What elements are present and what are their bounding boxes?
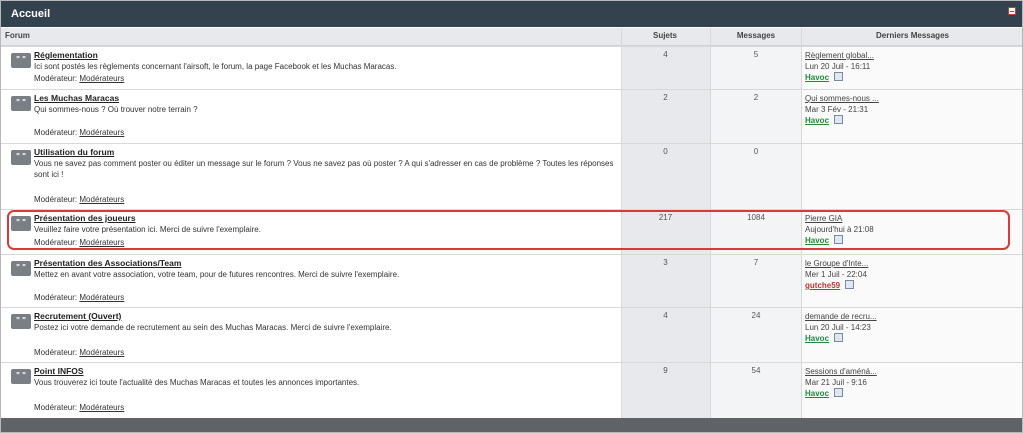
forum-moderator: Modérateur: Modérateurs bbox=[34, 293, 124, 302]
forum-description: Vous trouverez ici toute l'actualité des… bbox=[34, 378, 360, 387]
forum-name-link[interactable]: Les Muchas Maracas bbox=[34, 93, 119, 103]
highlight-outline bbox=[7, 210, 1010, 250]
forum-row: " " Utilisation du forum Vous ne savez p… bbox=[1, 143, 1022, 210]
forum-row: " " Présentation des Associations/Team M… bbox=[1, 254, 1022, 308]
forum-row: " " Les Muchas Maracas Qui sommes-nous ?… bbox=[1, 89, 1022, 144]
forum-description: Vous ne savez pas comment poster ou édit… bbox=[34, 159, 614, 179]
header-forum: Forum bbox=[5, 31, 30, 40]
category-title: Accueil bbox=[11, 8, 51, 20]
forum-icon: " " bbox=[11, 96, 31, 111]
messages-count: 54 bbox=[751, 366, 761, 375]
header-sujets: Sujets bbox=[652, 31, 677, 40]
moderator-link[interactable]: Modérateurs bbox=[79, 293, 124, 302]
moderator-label: Modérateur: bbox=[34, 74, 78, 83]
profile-icon[interactable] bbox=[834, 388, 844, 397]
last-post: Règlement global... Lun 20 Juil - 16:11 … bbox=[805, 50, 1015, 83]
moderator-label: Modérateur: bbox=[34, 293, 78, 302]
last-post-title[interactable]: Sessions d'améná... bbox=[805, 366, 1015, 377]
messages-count: 0 bbox=[753, 147, 759, 156]
header-last-messages: Derniers Messages bbox=[876, 31, 949, 40]
moderator-label: Modérateur: bbox=[34, 195, 78, 204]
forum-moderator: Modérateur: Modérateurs bbox=[34, 195, 124, 204]
sujets-count: 4 bbox=[663, 50, 668, 59]
forum-icon: " " bbox=[11, 150, 31, 165]
sujets-count: 4 bbox=[663, 311, 668, 320]
forum-row: " " Point INFOS Vous trouverez ici toute… bbox=[1, 362, 1022, 419]
last-post: Qui sommes-nous ... Mar 3 Fév - 21:31 Ha… bbox=[805, 93, 1015, 126]
profile-icon[interactable] bbox=[834, 115, 844, 124]
last-post-date: Mar 3 Fév - 21:31 bbox=[805, 105, 869, 114]
forum-description: Ici sont postés les règlements concernan… bbox=[34, 62, 397, 71]
messages-count: 24 bbox=[751, 311, 761, 320]
forum-moderator: Modérateur: Modérateurs bbox=[34, 128, 124, 137]
messages-count: 7 bbox=[753, 258, 759, 267]
forum-row: " " Recrutement (Ouvert) Postez ici votr… bbox=[1, 307, 1022, 363]
last-post-date: Lun 20 Juil - 16:11 bbox=[805, 62, 871, 71]
last-post-user[interactable]: Havoc bbox=[805, 389, 829, 398]
forum-name-link[interactable]: Recrutement (Ouvert) bbox=[34, 311, 121, 321]
sujets-count: 9 bbox=[663, 366, 668, 375]
moderator-label: Modérateur: bbox=[34, 403, 78, 412]
table-header: Forum Sujets Messages Derniers Messages bbox=[1, 28, 1022, 46]
moderator-link[interactable]: Modérateurs bbox=[79, 128, 124, 137]
sujets-count: 3 bbox=[663, 258, 668, 267]
forum-name-link[interactable]: Présentation des Associations/Team bbox=[34, 258, 181, 268]
last-post: le Groupe d'Inte... Mer 1 Juil - 22:04 g… bbox=[805, 258, 1015, 291]
category-header: Accueil bbox=[1, 1, 1022, 27]
forum-description: Qui sommes-nous ? Où trouver notre terra… bbox=[34, 105, 198, 114]
moderator-label: Modérateur: bbox=[34, 128, 78, 137]
last-post-title[interactable]: le Groupe d'Inte... bbox=[805, 258, 1015, 269]
profile-icon[interactable] bbox=[834, 333, 844, 342]
table-footer bbox=[1, 418, 1022, 432]
sujets-count: 0 bbox=[663, 147, 668, 156]
forum-icon: " " bbox=[11, 314, 31, 329]
last-post: demande de recru... Lun 20 Juil - 14:23 … bbox=[805, 311, 1015, 344]
sujets-count: 2 bbox=[663, 93, 668, 102]
messages-count: 2 bbox=[753, 93, 759, 102]
last-post-date: Lun 20 Juil - 14:23 bbox=[805, 323, 871, 332]
last-post-title[interactable]: demande de recru... bbox=[805, 311, 1015, 322]
profile-icon[interactable] bbox=[845, 280, 855, 289]
moderator-label: Modérateur: bbox=[34, 348, 78, 357]
forum-description: Mettez en avant votre association, votre… bbox=[34, 270, 400, 279]
forum-name-link[interactable]: Utilisation du forum bbox=[34, 147, 114, 157]
forum-name-link[interactable]: Réglementation bbox=[34, 50, 98, 60]
forum-icon: " " bbox=[11, 369, 31, 384]
forum-icon: " " bbox=[11, 53, 31, 68]
moderator-link[interactable]: Modérateurs bbox=[79, 195, 124, 204]
forum-row: " " Réglementation Ici sont postés les r… bbox=[1, 46, 1022, 90]
last-post-date: Mer 1 Juil - 22:04 bbox=[805, 270, 867, 279]
moderator-link[interactable]: Modérateurs bbox=[79, 348, 124, 357]
last-post-user[interactable]: Havoc bbox=[805, 334, 829, 343]
last-post-user[interactable]: Havoc bbox=[805, 73, 829, 82]
last-post-user[interactable]: gutche59 bbox=[805, 281, 840, 290]
forum-moderator: Modérateur: Modérateurs bbox=[34, 348, 124, 357]
last-post-user[interactable]: Havoc bbox=[805, 116, 829, 125]
last-post-title[interactable]: Qui sommes-nous ... bbox=[805, 93, 1015, 104]
last-post-title[interactable]: Règlement global... bbox=[805, 50, 1015, 61]
forum-name-link[interactable]: Point INFOS bbox=[34, 366, 84, 376]
last-post-date: Mar 21 Juil - 9:16 bbox=[805, 378, 867, 387]
profile-icon[interactable] bbox=[834, 72, 844, 81]
forum-moderator: Modérateur: Modérateurs bbox=[34, 74, 124, 83]
last-post: Sessions d'améná... Mar 21 Juil - 9:16 H… bbox=[805, 366, 1015, 399]
forum-description: Postez ici votre demande de recrutement … bbox=[34, 323, 392, 332]
messages-count: 5 bbox=[753, 50, 759, 59]
moderator-link[interactable]: Modérateurs bbox=[79, 74, 124, 83]
header-messages: Messages bbox=[736, 31, 776, 40]
forum-icon: " " bbox=[11, 261, 31, 276]
forum-table: Accueil Forum Sujets Messages Derniers M… bbox=[0, 0, 1023, 433]
moderator-link[interactable]: Modérateurs bbox=[79, 403, 124, 412]
collapse-icon[interactable] bbox=[1008, 7, 1016, 15]
forum-moderator: Modérateur: Modérateurs bbox=[34, 403, 124, 412]
